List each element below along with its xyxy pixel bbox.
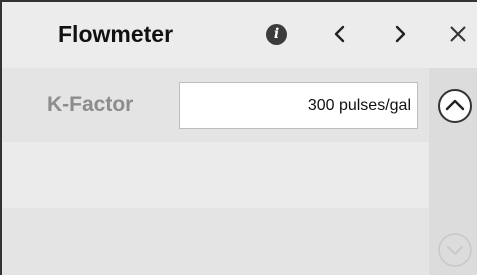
chevron-left-icon [334, 25, 345, 43]
k-factor-field[interactable]: 300 pulses/gal [179, 82, 418, 129]
empty-row [2, 142, 429, 208]
chevron-down-icon [438, 233, 472, 267]
panel-header: Flowmeter i [2, 2, 477, 68]
flowmeter-panel: Flowmeter i K-Factor 300 pulses/gal [0, 0, 477, 275]
scroll-up-button[interactable] [435, 86, 475, 126]
next-button[interactable] [386, 18, 414, 50]
k-factor-row: K-Factor 300 pulses/gal [2, 68, 429, 142]
previous-button[interactable] [326, 18, 354, 50]
chevron-right-icon [395, 25, 406, 43]
k-factor-label: K-Factor [47, 93, 134, 116]
info-icon[interactable]: i [266, 24, 287, 45]
empty-row [2, 208, 429, 275]
close-icon [450, 26, 466, 42]
panel-title: Flowmeter [58, 21, 174, 47]
scroll-down-button[interactable] [435, 230, 475, 270]
chevron-up-icon [438, 89, 472, 123]
close-button[interactable] [444, 18, 472, 50]
